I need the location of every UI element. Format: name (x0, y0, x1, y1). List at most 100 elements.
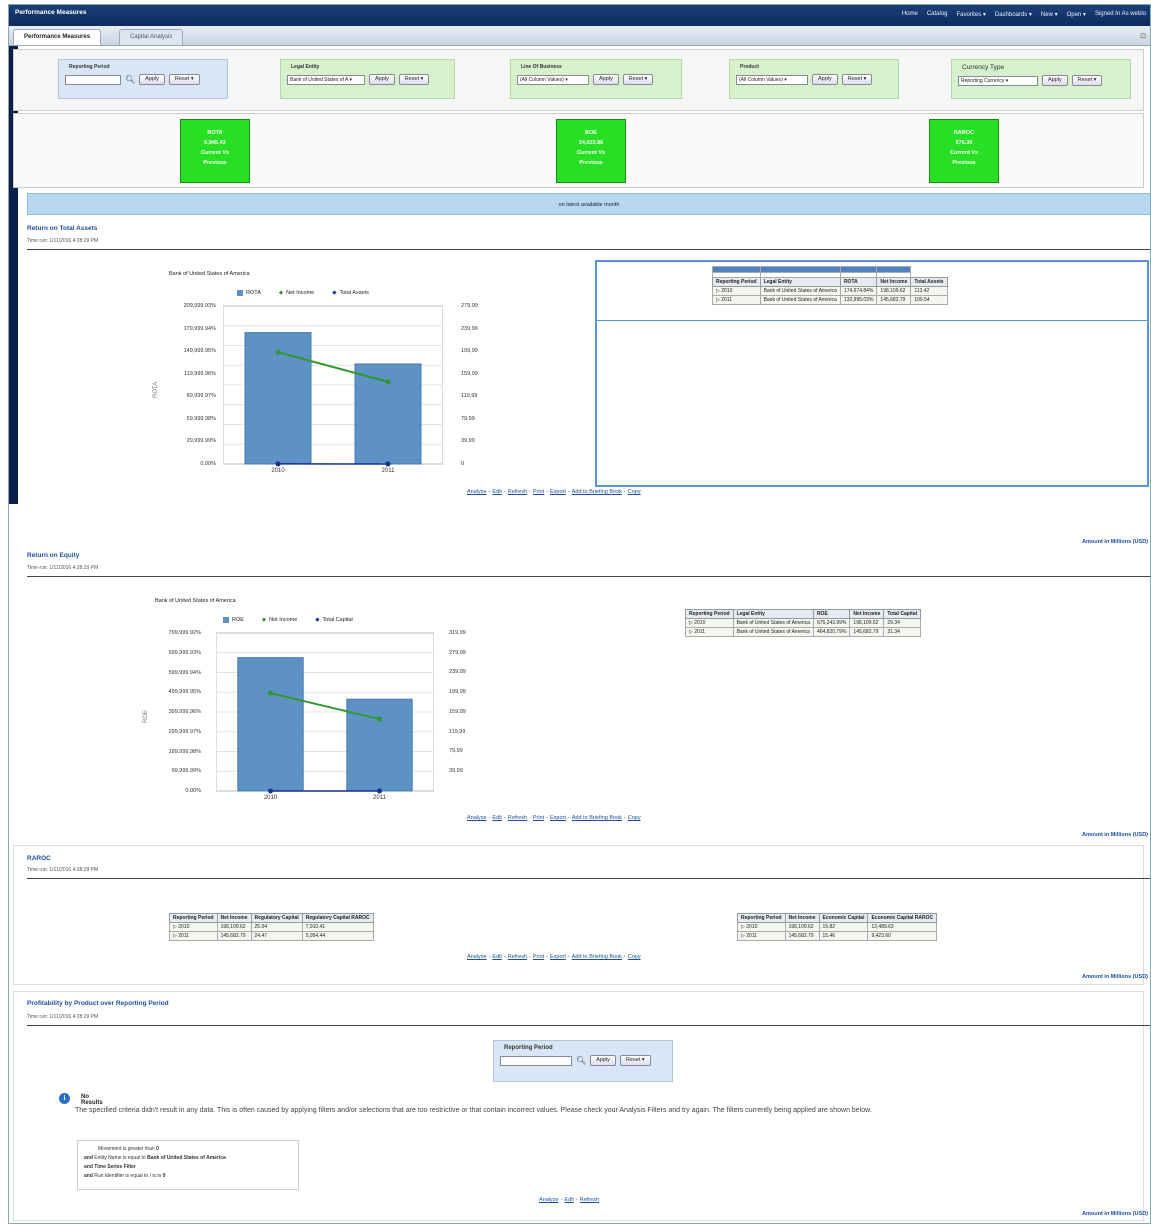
legal-entity-select[interactable]: Bank of United States of A ▾ (287, 74, 365, 85)
filter-reporting-period: Reporting Period 🔍︎ Apply Reset ▾ (58, 59, 228, 99)
apply-button[interactable]: Apply (1042, 75, 1068, 86)
table-header-cell[interactable]: Economic Capital RAROC (867, 913, 938, 923)
table-header-cell[interactable]: Economic Capital (818, 913, 869, 923)
link-copy[interactable]: Copy (628, 489, 641, 495)
table-header-cell[interactable]: Regulatory Capital RAROC (301, 913, 374, 923)
link-copy[interactable]: Copy (628, 954, 641, 960)
nav-catalog[interactable]: Catalog (927, 11, 948, 18)
link-copy[interactable]: Copy (628, 815, 641, 821)
table-header-cell[interactable]: Legal Entity (759, 277, 841, 287)
reset-button[interactable]: Reset ▾ (1071, 75, 1103, 86)
link-edit[interactable]: Edit (492, 489, 501, 495)
reset-button[interactable]: Reset ▾ (841, 74, 873, 85)
apply-button[interactable]: Apply (590, 1055, 616, 1066)
nav-favorites[interactable]: Favorites ▾ (957, 11, 986, 18)
link-analyze[interactable]: Analyze (539, 1197, 559, 1203)
table-header-cell[interactable]: ROTA (839, 277, 878, 287)
table-header-cell[interactable]: Reporting Period (712, 277, 761, 287)
table-row-expander[interactable]: ▷ 2011 (169, 931, 218, 941)
reset-button[interactable]: Reset ▾ (398, 74, 430, 85)
table-header-cell[interactable]: Total Assets (910, 277, 948, 287)
currency-type-select[interactable]: Reporting Currency ▾ (958, 75, 1038, 86)
tab-capital-analysis[interactable]: Capital Analysis (119, 29, 184, 45)
search-icon[interactable]: 🔍︎ (125, 75, 135, 84)
reporting-period-input[interactable] (500, 1055, 572, 1066)
table-header-cell[interactable]: Legal Entity (732, 609, 814, 619)
link-export[interactable]: Export (550, 489, 566, 495)
link-analyze[interactable]: Analyze (467, 815, 487, 821)
table-cell: 7,910.41 (301, 922, 374, 932)
section-divider (27, 576, 1150, 577)
link-refresh[interactable]: Refresh (508, 489, 527, 495)
nav-signed-in[interactable]: Signed In As weblo (1095, 11, 1146, 18)
nav-open[interactable]: Open ▾ (1067, 11, 1086, 18)
link-add-to-briefing-book[interactable]: Add to Briefing Book (572, 815, 622, 821)
line-of-business-select[interactable]: (All Column Values) ▾ (517, 74, 589, 85)
link-separator: - (529, 815, 531, 821)
filter-label: Product (740, 64, 759, 70)
table-header-cell[interactable]: Net Income (876, 277, 912, 287)
time-run: Time run: 1/11/2016 4:28:29 PM (27, 238, 99, 244)
reset-button[interactable]: Reset ▾ (619, 1055, 651, 1066)
tab-performance-measures[interactable]: Performance Measures (13, 29, 102, 45)
product-select[interactable]: (All Column Values) ▾ (736, 74, 808, 85)
kpi-raroc[interactable]: RAROC 576.30 Current Vs Previous (929, 119, 999, 183)
series-point-total-capital (377, 788, 382, 794)
link-edit[interactable]: Edit (492, 815, 501, 821)
table-row-expander[interactable]: ▷ 2010 (685, 618, 734, 628)
apply-button[interactable]: Apply (812, 74, 838, 85)
link-print[interactable]: Print (533, 489, 544, 495)
table-row-expander[interactable]: ▷ 2011 (685, 627, 734, 637)
link-edit[interactable]: Edit (492, 954, 501, 960)
legend-marker-line: ◆ (261, 617, 267, 623)
reporting-period-input[interactable] (65, 74, 121, 85)
table-header-cell[interactable]: Reporting Period (685, 609, 734, 619)
link-analyze[interactable]: Analyze (467, 489, 487, 495)
link-export[interactable]: Export (550, 954, 566, 960)
apply-button[interactable]: Apply (139, 74, 165, 85)
rota-table: Reporting Period Legal Entity ROTA Net Inco… (712, 266, 948, 305)
table-header-row: Reporting Period Legal Entity ROE Net Incom… (685, 609, 922, 619)
table-row-expander[interactable]: ▷ 2010 (712, 286, 761, 296)
link-separator: - (546, 954, 549, 960)
link-refresh[interactable]: Refresh (508, 815, 527, 821)
nav-dashboards[interactable]: Dashboards ▾ (995, 11, 1032, 18)
app-title: Performance Measures (15, 9, 87, 16)
reset-button[interactable]: Reset ▾ (168, 74, 200, 85)
table-header-cell[interactable]: Net Income (784, 913, 820, 923)
link-print[interactable]: Print (533, 815, 544, 821)
table-row-expander[interactable]: ▷ 2011 (737, 931, 786, 941)
page-options-icon[interactable]: ⊡ (1140, 32, 1146, 40)
kpi-rota[interactable]: ROTA 6,845.43 Current Vs Previous (180, 119, 250, 183)
table-header-cell[interactable]: Net Income (216, 913, 252, 923)
link-print[interactable]: Print (533, 954, 544, 960)
table-row-expander[interactable]: ▷ 2010 (169, 922, 218, 932)
search-icon[interactable]: 🔍︎ (576, 1056, 586, 1065)
link-refresh[interactable]: Refresh (580, 1197, 599, 1203)
kpi-roe[interactable]: ROE 24,023.86 Current Vs Previous (556, 119, 626, 183)
apply-button[interactable]: Apply (593, 74, 619, 85)
rota-chart-svg: 2010 2011 (223, 305, 443, 472)
table-header-cell[interactable]: Reporting Period (737, 913, 786, 923)
nav-new[interactable]: New ▾ (1041, 11, 1058, 18)
link-add-to-briefing-book[interactable]: Add to Briefing Book (572, 954, 622, 960)
link-analyze[interactable]: Analyze (467, 954, 487, 960)
reset-button[interactable]: Reset ▾ (622, 74, 654, 85)
link-separator: - (567, 489, 570, 495)
legend-item: ◆ Net Income (279, 290, 314, 296)
table-header-cell[interactable]: Reporting Period (169, 913, 218, 923)
link-edit[interactable]: Edit (564, 1197, 573, 1203)
table-cell: 12,489.63 (867, 922, 938, 932)
table-header-cell[interactable]: ROE (812, 609, 851, 619)
filter-line-of-business: Line Of Business (All Column Values) ▾ A… (510, 59, 682, 99)
link-refresh[interactable]: Refresh (508, 954, 527, 960)
table-header-cell[interactable]: Net Income (849, 609, 885, 619)
link-export[interactable]: Export (550, 815, 566, 821)
apply-button[interactable]: Apply (369, 74, 395, 85)
table-row-expander[interactable]: ▷ 2010 (737, 922, 786, 932)
nav-home[interactable]: Home (902, 11, 918, 18)
link-add-to-briefing-book[interactable]: Add to Briefing Book (572, 489, 622, 495)
table-header-cell[interactable]: Total Capital (883, 609, 922, 619)
table-row-expander[interactable]: ▷ 2011 (712, 295, 761, 305)
table-header-cell[interactable]: Regulatory Capital (250, 913, 303, 923)
